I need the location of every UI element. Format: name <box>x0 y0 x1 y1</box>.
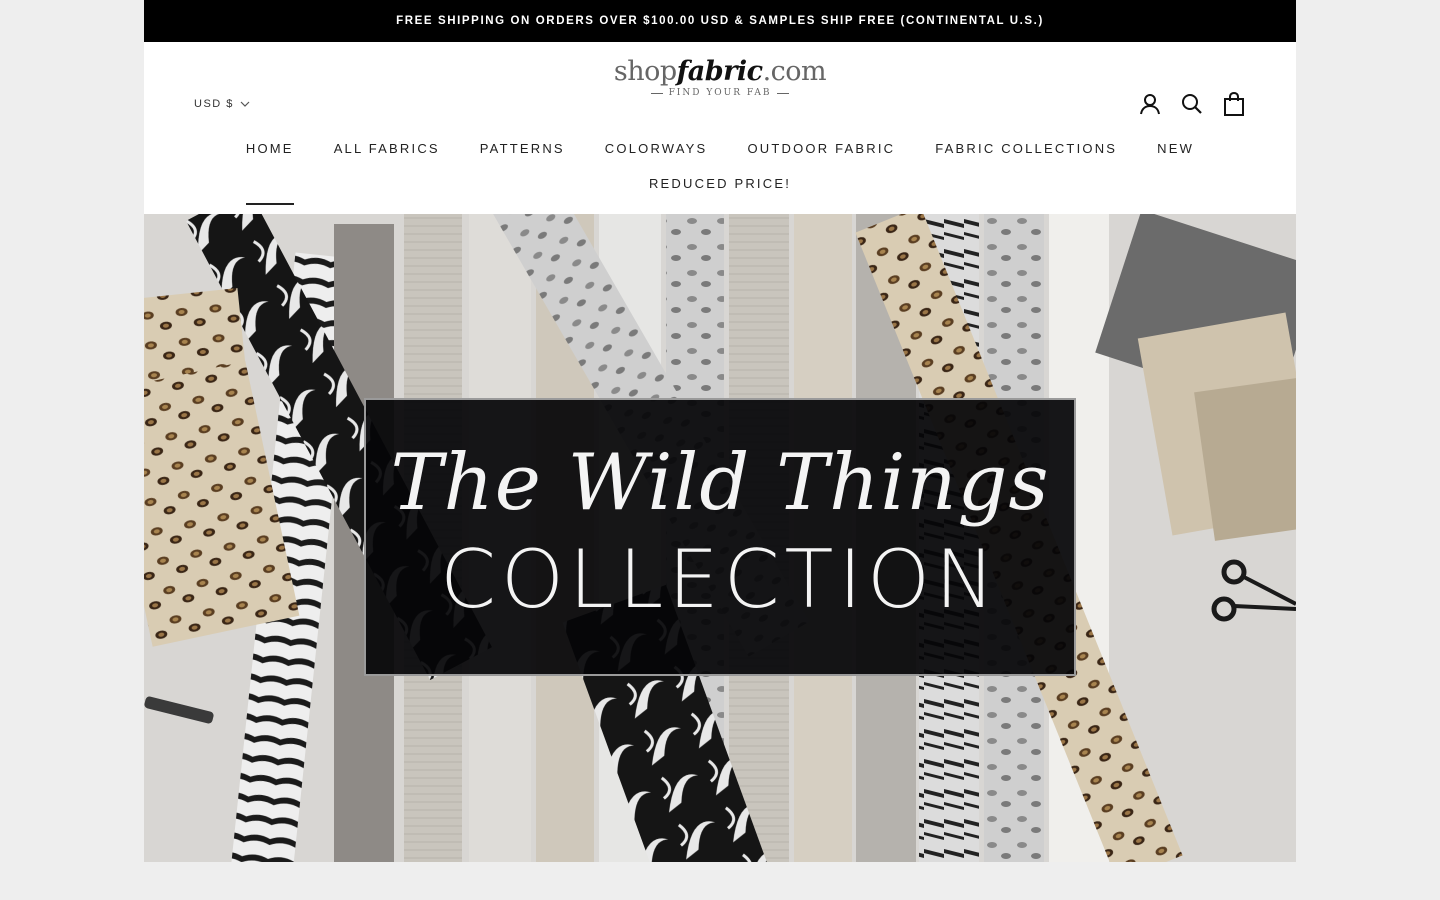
currency-selector[interactable]: USD $ <box>194 98 250 110</box>
hero-title-box[interactable]: The Wild Things COLLECTION <box>364 398 1076 676</box>
header: USD $ shopfabric.com FIND YOUR FAB HOME … <box>144 42 1296 214</box>
cart-icon[interactable] <box>1222 92 1246 116</box>
logo[interactable]: shopfabric.com FIND YOUR FAB <box>144 56 1296 98</box>
currency-label: USD $ <box>194 98 234 110</box>
nav-row-secondary: REDUCED PRICE! <box>649 175 791 193</box>
nav-row-primary: HOME ALL FABRICS PATTERNS COLORWAYS OUTD… <box>245 140 1194 205</box>
hero-banner[interactable]: The Wild Things COLLECTION <box>144 214 1296 862</box>
hero-script-title: The Wild Things <box>390 438 1050 528</box>
tagline-dash-left <box>650 92 663 94</box>
nav-item-colorways[interactable]: COLORWAYS <box>605 140 708 158</box>
search-icon[interactable] <box>1180 92 1204 116</box>
main-navigation: HOME ALL FABRICS PATTERNS COLORWAYS OUTD… <box>144 140 1296 205</box>
nav-item-home[interactable]: HOME <box>245 140 294 205</box>
site-container: FREE SHIPPING ON ORDERS OVER $100.00 USD… <box>144 0 1296 862</box>
logo-fabric: fabric <box>676 56 763 87</box>
nav-item-outdoor-fabric[interactable]: OUTDOOR FABRIC <box>747 140 895 158</box>
nav-item-new[interactable]: NEW <box>1157 140 1194 158</box>
announcement-text: FREE SHIPPING ON ORDERS OVER $100.00 USD… <box>396 15 1044 27</box>
logo-com: .com <box>762 56 827 87</box>
tagline-text: FIND YOUR FAB <box>668 88 772 99</box>
logo-wordmark: shopfabric.com <box>613 56 827 88</box>
logo-shop: shop <box>613 56 677 87</box>
chevron-down-icon <box>240 101 250 107</box>
nav-item-fabric-collections[interactable]: FABRIC COLLECTIONS <box>935 140 1117 158</box>
nav-item-patterns[interactable]: PATTERNS <box>480 140 565 158</box>
logo-tagline: FIND YOUR FAB <box>650 88 790 99</box>
header-icons <box>1138 92 1246 116</box>
nav-item-all-fabrics[interactable]: ALL FABRICS <box>334 140 440 158</box>
hero-collection-title: COLLECTION <box>440 533 1000 626</box>
nav-item-reduced-price[interactable]: REDUCED PRICE! <box>649 175 791 193</box>
tagline-dash-right <box>777 92 790 94</box>
announcement-bar: FREE SHIPPING ON ORDERS OVER $100.00 USD… <box>144 0 1296 42</box>
account-icon[interactable] <box>1138 92 1162 116</box>
